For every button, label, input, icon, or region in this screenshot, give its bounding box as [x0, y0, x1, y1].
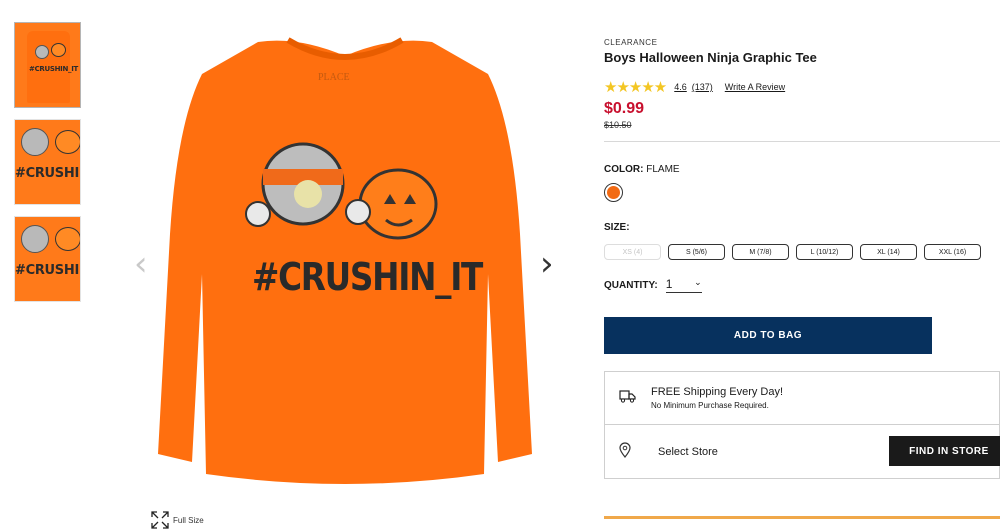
color-label: COLOR:	[604, 164, 644, 175]
product-title: Boys Halloween Ninja Graphic Tee	[604, 50, 817, 65]
rating-row: ★★★★★ 4.6 (137) Write A Review	[604, 78, 1000, 96]
quantity-row: QUANTITY: 1 ⌄	[604, 277, 1000, 293]
ninja-mini-image	[21, 225, 49, 253]
size-option-m[interactable]: M (7/8)	[732, 244, 789, 260]
star-rating-icon: ★★★★★	[604, 79, 667, 96]
truck-icon	[619, 389, 637, 408]
thumbnail-list: #CRUSHIN_IT #CRUSHIN_IT #CRUSHIN_IT	[14, 22, 81, 313]
size-options: XS (4) S (5/6) M (7/8) L (10/12) XL (14)…	[604, 244, 1000, 260]
size-option-xs[interactable]: XS (4)	[604, 244, 661, 260]
ninja-mini-image	[35, 45, 49, 59]
sale-price: $0.99	[604, 100, 645, 117]
shipping-subtitle: No Minimum Purchase Required.	[651, 401, 769, 410]
full-size-button[interactable]: Full Size	[151, 511, 204, 529]
size-option-s[interactable]: S (5/6)	[668, 244, 725, 260]
pumpkin-mini-image	[55, 130, 80, 154]
color-swatch-flame[interactable]	[604, 183, 623, 202]
expand-icon	[151, 511, 169, 529]
color-value: FLAME	[646, 164, 680, 175]
thumb-graphic-text: #CRUSHIN_IT	[29, 65, 79, 73]
size-option-xxl[interactable]: XXL (16)	[924, 244, 981, 260]
neck-label: PLACE	[318, 72, 350, 83]
fulfillment-box: FREE Shipping Every Day! No Minimum Purc…	[604, 371, 1000, 479]
quantity-select[interactable]: 1 ⌄	[665, 277, 702, 293]
shipping-row: FREE Shipping Every Day! No Minimum Purc…	[605, 372, 999, 425]
store-row: Select Store FIND IN STORE	[605, 425, 1000, 479]
swatch-fill	[607, 186, 620, 199]
thumb-graphic-text: #CRUSHIN_IT	[15, 263, 80, 278]
full-size-label: Full Size	[173, 515, 204, 525]
thumbnail-detail-2[interactable]: #CRUSHIN_IT	[14, 216, 81, 302]
map-pin-icon	[619, 441, 633, 463]
size-option-xl[interactable]: XL (14)	[860, 244, 917, 260]
find-in-store-button[interactable]: FIND IN STORE	[889, 436, 1000, 466]
thumbnail-detail-1[interactable]: #CRUSHIN_IT	[14, 119, 81, 205]
size-option-l[interactable]: L (10/12)	[796, 244, 853, 260]
thumb-graphic-text: #CRUSHIN_IT	[15, 166, 80, 181]
quantity-value: 1	[665, 277, 673, 291]
chevron-left-icon[interactable]: ‹	[134, 244, 148, 284]
shipping-title: FREE Shipping Every Day!	[651, 386, 784, 398]
write-review-link[interactable]: Write A Review	[725, 82, 785, 92]
quantity-label: QUANTITY:	[604, 279, 658, 291]
pumpkin-mini-image	[51, 43, 66, 57]
product-panel: CLEARANCE Boys Halloween Ninja Graphic T…	[604, 38, 1000, 479]
chevron-down-icon: ⌄	[694, 277, 702, 287]
add-to-bag-button[interactable]: ADD TO BAG	[604, 317, 932, 354]
select-store-link[interactable]: Select Store	[658, 446, 718, 458]
chevron-right-icon[interactable]: ›	[540, 244, 554, 284]
divider	[604, 141, 1000, 142]
color-label-row: COLOR: FLAME	[604, 164, 1000, 175]
review-count[interactable]: (137)	[692, 82, 713, 92]
size-label: SIZE:	[604, 222, 630, 233]
rating-value[interactable]: 4.6	[674, 82, 687, 92]
section-divider	[604, 516, 1000, 519]
original-price: $10.50	[604, 120, 632, 130]
pumpkin-mini-image	[55, 227, 80, 251]
thumbnail-front[interactable]: #CRUSHIN_IT	[14, 22, 81, 108]
ninja-mini-image	[21, 128, 49, 156]
graphic-text: #CRUSHIN_IT	[252, 255, 483, 299]
clearance-tag: CLEARANCE	[604, 38, 658, 47]
